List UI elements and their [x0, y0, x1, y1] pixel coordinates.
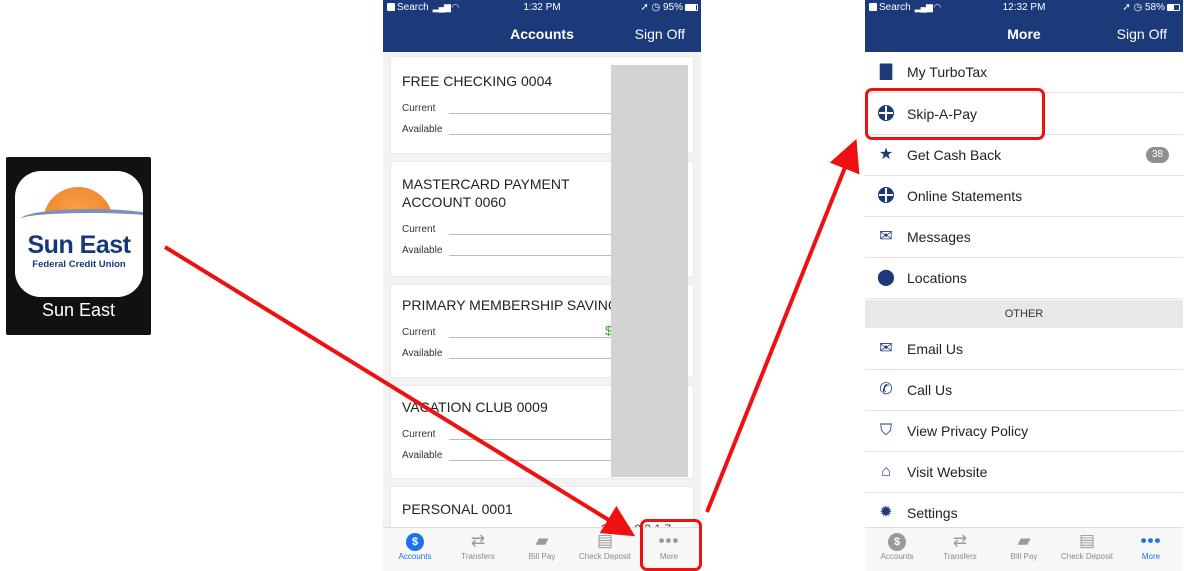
menu-item-label: Visit Website [907, 464, 988, 480]
brand-name: Sun East [27, 231, 131, 259]
account-name: MASTERCARD PAYMENT ACCOUNT 0060 [402, 176, 570, 210]
account-name: PERSONAL 0001 [402, 501, 513, 517]
tab-transfers[interactable]: ⇄ Transfers [446, 530, 510, 561]
nav-bar: More Sign Off [865, 16, 1183, 52]
gear-icon: ✹ [879, 504, 893, 521]
available-row: Available [402, 245, 612, 256]
dollar-icon: $ [406, 532, 424, 551]
dollar-icon: $ [888, 532, 906, 551]
transfer-arrows-icon: ⇄ [470, 531, 486, 550]
tab-bill-pay[interactable]: ▰ Bill Pay [510, 530, 574, 561]
menu-item-messages[interactable]: ✉ Messages [865, 217, 1183, 258]
check-deposit-icon: ▤ [1078, 531, 1096, 550]
map-pin-icon: ⬤ [877, 269, 895, 286]
tab-accounts[interactable]: $ Accounts [865, 530, 929, 561]
highlight-more-tab [640, 519, 702, 571]
bill-pay-icon: ▰ [535, 531, 549, 550]
location-alarm-icon: ➚ ◷ [1122, 2, 1145, 13]
current-row: Current [402, 327, 612, 338]
menu-item-email-us[interactable]: ✉ Email Us [865, 329, 1183, 370]
menu-item-view-privacy-policy[interactable]: ⛉ View Privacy Policy [865, 411, 1183, 452]
count-badge: 38 [1145, 147, 1169, 163]
phone-icon: ✆ [879, 381, 893, 398]
tab-accounts[interactable]: $ Accounts [383, 530, 447, 561]
bill-pay-icon: ▰ [1017, 531, 1031, 550]
tab-transfers[interactable]: ⇄ Transfers [928, 530, 992, 561]
current-row: Current [402, 429, 612, 440]
menu-item-get-cash-back[interactable]: ★ Get Cash Back 38 [865, 135, 1183, 176]
current-row: Current [402, 224, 612, 235]
account-name: VACATION CLUB 0009 [402, 399, 548, 415]
more-dots-icon: ••• [1140, 531, 1162, 550]
tab-check-deposit[interactable]: ▤ Check Deposit [1055, 530, 1119, 561]
account-name: PRIMARY MEMBERSHIP SAVING [402, 297, 619, 313]
available-row: Available [402, 348, 612, 359]
redacted-balances [611, 65, 688, 477]
status-battery: 95% [662, 2, 683, 13]
sign-off-button[interactable]: Sign Off [1117, 26, 1167, 42]
app-icon-tile[interactable]: Sun East Federal Credit Union Sun East [6, 157, 151, 335]
sun-east-app-icon[interactable]: Sun East Federal Credit Union [15, 171, 143, 297]
status-bar: Search ▂▄▆ ◠ 1:32 PM ➚ ◷ 95% [383, 0, 701, 16]
menu-item-online-statements[interactable]: Online Statements [865, 176, 1183, 217]
arrow-more-to-skip-a-pay [705, 138, 860, 513]
available-row: Available [402, 124, 612, 135]
brand-subtitle: Federal Credit Union [32, 259, 126, 270]
tab-bar: $ Accounts ⇄ Transfers ▰ Bill Pay ▤ Check De… [865, 527, 1183, 571]
tutorial-composite: Sun East Federal Credit Union Sun East S… [0, 0, 1184, 571]
battery-icon [685, 4, 698, 11]
nav-bar: Accounts Sign Off [383, 16, 701, 52]
website-icon: ⌂ [881, 463, 891, 480]
section-header-other: OTHER [865, 300, 1183, 328]
envelope-icon: ✉ [879, 228, 893, 245]
tab-more[interactable]: ••• More [1119, 530, 1183, 561]
transfer-arrows-icon: ⇄ [952, 531, 968, 550]
highlight-skip-a-pay [865, 88, 1045, 140]
tab-check-deposit[interactable]: ▤ Check Deposit [573, 530, 637, 561]
more-screen: Search ▂▄▆ ◠ 12:32 PM ➚ ◷ 58% More Sign O… [865, 0, 1183, 571]
menu-item-label: Email Us [907, 341, 964, 357]
menu-item-my-turbotax[interactable]: ▇ My TurboTax [865, 52, 1183, 93]
accounts-screen: Search ▂▄▆ ◠ 1:32 PM ➚ ◷ 95% Accounts Sig… [383, 0, 701, 571]
current-row: Current [402, 103, 612, 114]
turbotax-folder-icon: ▇ [879, 63, 893, 80]
tab-bill-pay[interactable]: ▰ Bill Pay [992, 530, 1056, 561]
menu-item-label: View Privacy Policy [907, 423, 1029, 439]
account-name: FREE CHECKING 0004 [402, 73, 553, 89]
menu-item-label: Settings [907, 505, 958, 521]
location-alarm-icon: ➚ ◷ [640, 2, 663, 13]
status-battery: 58% [1144, 2, 1165, 13]
menu-item-label: Call Us [907, 382, 953, 398]
star-icon: ★ [878, 146, 894, 163]
menu-item-call-us[interactable]: ✆ Call Us [865, 370, 1183, 411]
menu-item-label: Get Cash Back [907, 147, 1002, 163]
available-row: Available [402, 450, 612, 461]
menu-item-label: Locations [907, 270, 967, 286]
envelope-icon: ✉ [879, 340, 893, 357]
shield-icon: ⛉ [879, 422, 892, 439]
app-icon-caption: Sun East [41, 300, 116, 320]
battery-icon [1167, 4, 1180, 11]
sign-off-button[interactable]: Sign Off [635, 26, 685, 42]
menu-item-locations[interactable]: ⬤ Locations [865, 258, 1183, 299]
status-bar: Search ▂▄▆ ◠ 12:32 PM ➚ ◷ 58% [865, 0, 1183, 16]
menu-item-label: Messages [907, 229, 971, 245]
menu-item-label: My TurboTax [907, 64, 988, 80]
globe-icon [877, 187, 895, 205]
menu-item-label: Online Statements [907, 188, 1023, 204]
menu-item-visit-website[interactable]: ⌂ Visit Website [865, 452, 1183, 493]
check-deposit-icon: ▤ [596, 531, 614, 550]
